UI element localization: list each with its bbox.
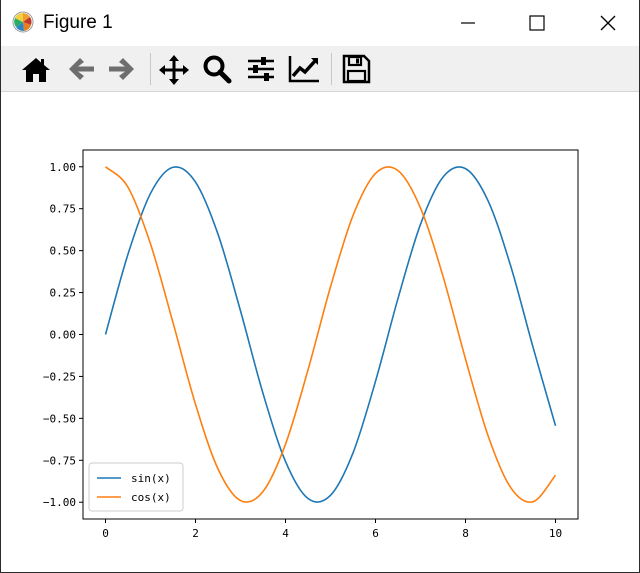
pan-button[interactable] — [156, 52, 192, 86]
title-bar[interactable]: Figure 1 — [1, 0, 639, 46]
home-button[interactable] — [18, 52, 54, 86]
legend-entry: sin(x) — [131, 472, 171, 485]
figure-canvas[interactable]: 0 2 4 6 8 10 1.00 0.75 0.50 0.25 0.00 −0.25 −0.50 −0.… — [1, 92, 639, 572]
x-tick-label: 8 — [462, 527, 469, 540]
maximize-icon — [529, 15, 545, 31]
legend-entry: cos(x) — [131, 491, 171, 504]
pan-icon — [159, 55, 189, 85]
y-tick-label: 0.25 — [50, 287, 77, 300]
toolbar-separator — [331, 53, 332, 85]
zoom-button[interactable] — [199, 52, 235, 86]
minimize-icon — [461, 22, 475, 24]
toolbar-separator — [150, 53, 151, 85]
edit-axis-icon — [288, 56, 319, 83]
y-tick-label: 0.50 — [50, 245, 77, 258]
x-tick-label: 6 — [372, 527, 379, 540]
y-tick-label: 0.00 — [50, 329, 77, 342]
save-icon — [342, 54, 371, 84]
configure-subplots-button[interactable] — [243, 52, 279, 86]
home-icon — [22, 58, 50, 82]
forward-button[interactable] — [104, 52, 140, 86]
navigation-toolbar — [1, 46, 639, 92]
close-button[interactable] — [585, 0, 631, 46]
window-title: Figure 1 — [43, 12, 113, 33]
y-tick-label: −0.50 — [43, 412, 76, 425]
matplotlib-logo-icon — [12, 11, 34, 33]
back-arrow-icon — [69, 58, 94, 80]
edit-axis-button[interactable] — [285, 52, 321, 86]
y-tick-label: 1.00 — [50, 161, 77, 174]
y-tick-label: −0.25 — [43, 370, 76, 383]
close-icon — [600, 15, 616, 31]
figure-window: Figure 1 0 2 4 6 8 10 1.00 0.75 0.50 0.2… — [0, 0, 640, 573]
save-button[interactable] — [338, 52, 374, 86]
zoom-icon — [203, 55, 232, 84]
x-tick-label: 2 — [192, 527, 199, 540]
y-tick-label: −0.75 — [43, 454, 76, 467]
y-tick-label: 0.75 — [50, 203, 77, 216]
x-tick-label: 0 — [102, 527, 109, 540]
minimize-button[interactable] — [445, 0, 491, 46]
subplots-icon — [248, 57, 274, 81]
y-tick-label: −1.00 — [43, 496, 76, 509]
maximize-button[interactable] — [514, 0, 560, 46]
x-tick-label: 10 — [549, 527, 562, 540]
back-button[interactable] — [63, 52, 99, 86]
x-tick-label: 4 — [282, 527, 289, 540]
forward-arrow-icon — [109, 58, 134, 80]
line-chart[interactable]: 0 2 4 6 8 10 1.00 0.75 0.50 0.25 0.00 −0.25 −0.50 −0.… — [1, 92, 639, 572]
